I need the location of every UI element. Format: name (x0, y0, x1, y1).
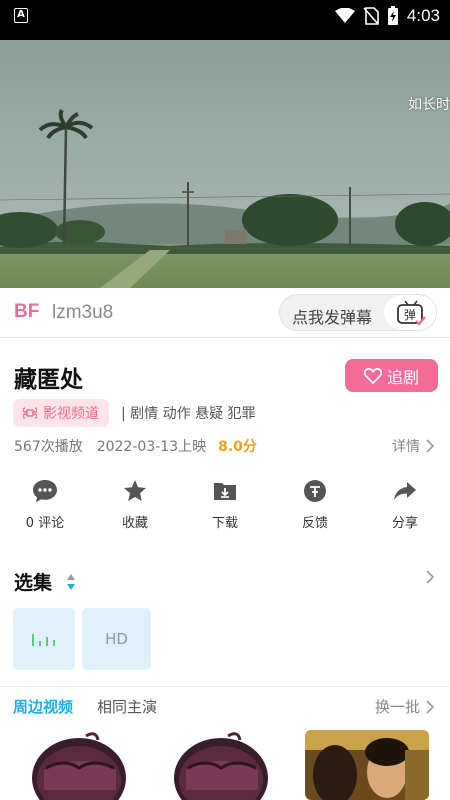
chevron-right-icon (426, 699, 434, 714)
channel-tag-label: 影视频道 (43, 406, 99, 422)
no-sim-icon (363, 7, 379, 25)
feedback-icon (304, 480, 326, 502)
related-video-thumbnail[interactable] (24, 730, 134, 800)
wifi-icon (334, 8, 355, 23)
follow-label: 追剧 (386, 367, 419, 387)
episodes-more-chevron-icon[interactable] (426, 570, 434, 584)
score: 8.0分 (218, 439, 257, 455)
source-code: lzm3u8 (52, 302, 114, 323)
danmaku-toggle-label: 弹 (404, 308, 416, 322)
download-label: 下载 (211, 516, 238, 531)
danmaku-input-pill[interactable]: 点我发弹幕 弹 (279, 294, 437, 331)
sort-icon[interactable] (66, 573, 76, 591)
share-label: 分享 (391, 516, 418, 531)
feedback-button[interactable]: 反馈 (270, 478, 360, 534)
comment-icon (33, 480, 57, 502)
episode-item-hd[interactable]: HD (82, 608, 151, 670)
comment-button[interactable]: 0 评论 (0, 478, 90, 534)
action-row: 0 评论 收藏 下载 反馈 分享 (0, 478, 450, 534)
refresh-button[interactable]: 换一批 (375, 696, 434, 717)
tab-nearby-videos[interactable]: 周边视频 (13, 696, 73, 717)
related-video-thumbnail[interactable] (166, 730, 276, 800)
danmaku-tv-icon: 弹 (397, 300, 426, 326)
feedback-label: 反馈 (301, 516, 328, 531)
playing-equalizer-icon (32, 634, 55, 646)
divider (0, 686, 450, 687)
refresh-label: 换一批 (374, 698, 420, 716)
video-meta: 567次播放 2022-03-13上映 8.0分 (14, 436, 257, 456)
share-button[interactable]: 分享 (360, 478, 450, 534)
share-icon (394, 482, 416, 500)
video-frame (0, 32, 450, 288)
anime-avatar-image (32, 732, 126, 800)
danmaku-bar: BF lzm3u8 点我发弹幕 弹 (0, 288, 450, 338)
download-icon (214, 483, 236, 500)
command-icon (23, 407, 37, 419)
genre-list: | 剧情 动作 悬疑 犯罪 (121, 406, 256, 422)
episodes-title: 选集 (14, 572, 53, 594)
heart-icon (363, 367, 382, 384)
video-player[interactable]: 如长时 (0, 32, 450, 288)
favorite-button[interactable]: 收藏 (90, 478, 180, 534)
clock: 4:03 (406, 6, 440, 25)
chevron-right-icon (426, 439, 434, 453)
related-video-thumbnail[interactable] (305, 730, 429, 800)
episode-label: HD (105, 630, 128, 648)
favorite-label: 收藏 (121, 516, 148, 531)
play-count: 567次播放 (14, 439, 83, 455)
download-button[interactable]: 下载 (180, 478, 270, 534)
comment-label: 0 评论 (25, 516, 65, 531)
detail-label: 详情 (392, 439, 420, 455)
status-bar: A 4:03 (0, 0, 450, 32)
follow-button[interactable]: 追剧 (345, 359, 438, 392)
release-date: 2022-03-13上映 (96, 439, 207, 455)
episodes-header[interactable]: 选集 (14, 568, 76, 595)
danmaku-toggle-button[interactable]: 弹 (384, 295, 436, 330)
danmaku-input[interactable]: 点我发弹幕 (292, 304, 372, 328)
anime-avatar-image (174, 732, 268, 800)
source-logo: BF (14, 301, 40, 322)
tab-same-cast[interactable]: 相同主演 (97, 696, 157, 717)
app-notification-icon: A (14, 8, 28, 23)
detail-link[interactable]: 详情 (392, 436, 434, 456)
video-title: 藏匿处 (14, 367, 83, 393)
star-icon (124, 480, 146, 501)
danmaku-comment: 如长时 (408, 97, 450, 113)
episode-item-playing[interactable] (13, 608, 75, 670)
movie-still-image (305, 730, 429, 800)
channel-tag[interactable]: 影视频道 (13, 399, 109, 427)
battery-charging-icon (387, 6, 398, 25)
